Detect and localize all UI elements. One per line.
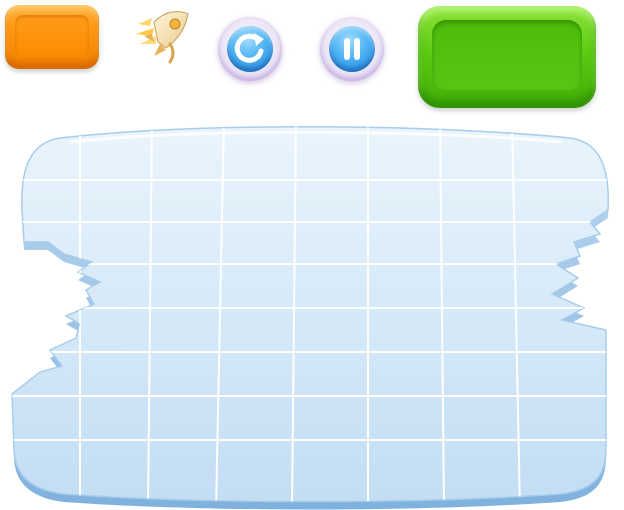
game-screen <box>0 0 624 510</box>
score-panel <box>5 5 99 69</box>
game-board[interactable] <box>0 118 624 510</box>
pause-button[interactable] <box>320 17 384 81</box>
rocket-icon[interactable] <box>130 4 196 66</box>
refresh-icon <box>234 33 264 63</box>
pause-icon <box>344 38 360 60</box>
goal-panel <box>418 6 596 108</box>
refresh-button[interactable] <box>218 17 282 81</box>
